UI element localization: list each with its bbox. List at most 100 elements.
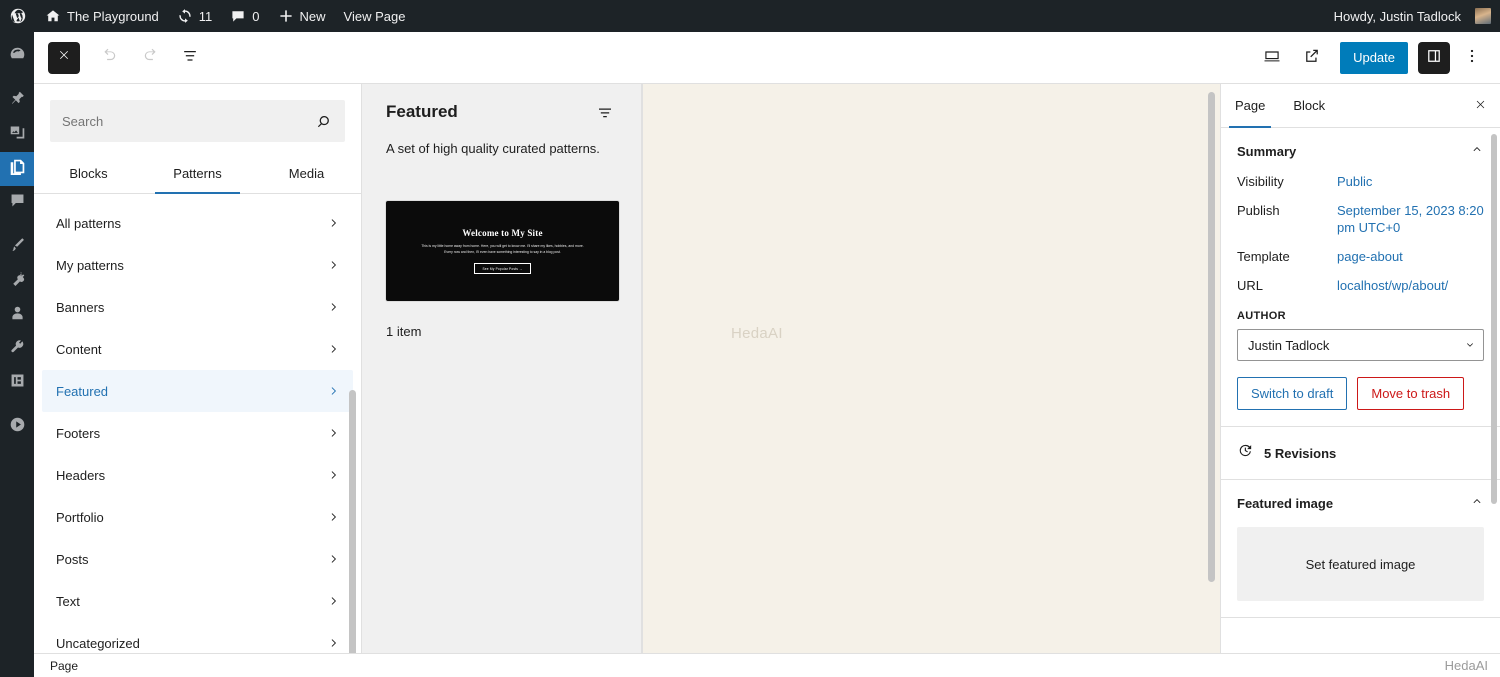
external-link-icon [1302,46,1322,69]
paintbrush-icon [9,236,26,258]
category-label: All patterns [56,216,327,231]
wordpress-logo-button[interactable] [0,0,36,32]
sidebar-item-plugins[interactable] [0,264,34,298]
account-menu[interactable]: Howdy, Justin Tadlock [1325,0,1500,32]
close-inserter-button[interactable] [48,42,80,74]
category-label: My patterns [56,258,327,273]
pattern-filter-button[interactable] [593,102,617,126]
set-featured-image-button[interactable]: Set featured image [1237,527,1484,601]
close-x-icon [56,47,72,68]
category-footers[interactable]: Footers [42,412,353,454]
undo-arrow-icon [100,46,120,69]
sidebar-item-settings[interactable] [0,366,34,400]
summary-panel: Summary Visibility Public Publish Septem… [1221,128,1500,427]
category-banners[interactable]: Banners [42,286,353,328]
author-select-wrapper: Justin Tadlock [1237,322,1484,361]
site-name-menu[interactable]: The Playground [36,0,168,32]
filter-icon [596,104,614,125]
sidebar-item-posts[interactable] [0,84,34,118]
comments-button[interactable]: 0 [221,0,268,32]
search-area [34,84,361,142]
pattern-category-list: All patterns My patterns Banners Content… [34,194,361,677]
pattern-card-heading: Welcome to My Site [462,228,542,238]
revisions-panel[interactable]: 5 Revisions [1221,427,1500,480]
url-label: URL [1237,278,1337,294]
redo-button[interactable] [132,40,168,76]
new-label: New [300,9,326,24]
undo-button[interactable] [92,40,128,76]
desktop-preview-icon [1262,46,1282,69]
tab-patterns[interactable]: Patterns [143,152,252,193]
category-featured[interactable]: Featured [42,370,353,412]
tab-block[interactable]: Block [1279,84,1339,128]
category-my-patterns[interactable]: My patterns [42,244,353,286]
sidebar-item-pages[interactable] [0,152,34,186]
category-label: Uncategorized [56,636,327,651]
category-all-patterns[interactable]: All patterns [42,202,353,244]
update-button[interactable]: Update [1340,42,1408,74]
settings-sidebar-toggle[interactable] [1418,42,1450,74]
chevron-right-icon [327,426,341,440]
template-value[interactable]: page-about [1337,249,1403,265]
sidebar-scrollbar[interactable] [1491,134,1497,504]
options-menu-button[interactable] [1454,40,1490,76]
updates-icon [177,8,193,24]
featured-image-panel-header[interactable]: Featured image [1237,494,1484,513]
search-box[interactable] [50,100,345,142]
dashboard-icon [9,46,26,68]
view-site-button[interactable] [1294,40,1330,76]
category-list-scrollbar[interactable] [349,390,356,677]
sidebar-item-appearance[interactable] [0,230,34,264]
chevron-right-icon [327,552,341,566]
pattern-preview-header: Featured [386,102,617,126]
category-posts[interactable]: Posts [42,538,353,580]
move-to-trash-button[interactable]: Move to trash [1357,377,1464,410]
sidebar-panel-icon [1424,46,1444,69]
author-select[interactable]: Justin Tadlock [1237,329,1484,361]
category-portfolio[interactable]: Portfolio [42,496,353,538]
close-sidebar-button[interactable] [1464,90,1496,122]
sidebar-item-tools[interactable] [0,332,34,366]
search-input[interactable] [50,100,345,142]
new-content-button[interactable]: New [269,0,335,32]
settings-sidebar: Page Block Summary Visibility P [1220,84,1500,677]
tab-blocks[interactable]: Blocks [34,152,143,193]
url-value[interactable]: localhost/wp/about/ [1337,278,1448,294]
inserter-panel: Blocks Patterns Media All patterns My pa… [34,84,362,677]
summary-row-template: Template page-about [1237,249,1484,265]
document-overview-button[interactable] [172,40,208,76]
editor-canvas[interactable]: HedaAI [642,84,1220,677]
summary-panel-header[interactable]: Summary [1237,142,1484,161]
sidebar-item-media[interactable] [0,118,34,152]
site-name-label: The Playground [67,9,159,24]
visibility-value[interactable]: Public [1337,174,1372,190]
breadcrumb[interactable]: Page [50,659,78,673]
sidebar-collapse-button[interactable] [0,410,34,444]
editor-body: Blocks Patterns Media All patterns My pa… [34,84,1500,677]
switch-to-draft-button[interactable]: Switch to draft [1237,377,1347,410]
view-page-link[interactable]: View Page [335,0,415,32]
sidebar-item-dashboard[interactable] [0,40,34,74]
publish-value[interactable]: September 15, 2023 8:20 pm UTC+0 [1337,203,1484,236]
updates-button[interactable]: 11 [168,0,222,32]
category-label: Footers [56,426,327,441]
category-label: Featured [56,384,327,399]
category-text[interactable]: Text [42,580,353,622]
category-content[interactable]: Content [42,328,353,370]
category-headers[interactable]: Headers [42,454,353,496]
sidebar-item-comments[interactable] [0,186,34,220]
pattern-card[interactable]: Welcome to My Site This is my little hom… [386,201,619,301]
template-label: Template [1237,249,1337,265]
canvas-scrollbar[interactable] [1208,92,1215,582]
preview-button[interactable] [1254,40,1290,76]
pages-icon [9,158,26,180]
category-label: Content [56,342,327,357]
tab-media[interactable]: Media [252,152,361,193]
tab-page[interactable]: Page [1221,84,1279,128]
close-x-icon [1473,97,1488,115]
sidebar-item-users[interactable] [0,298,34,332]
view-page-label: View Page [344,9,406,24]
plug-icon [9,270,26,292]
category-label: Text [56,594,327,609]
category-label: Posts [56,552,327,567]
